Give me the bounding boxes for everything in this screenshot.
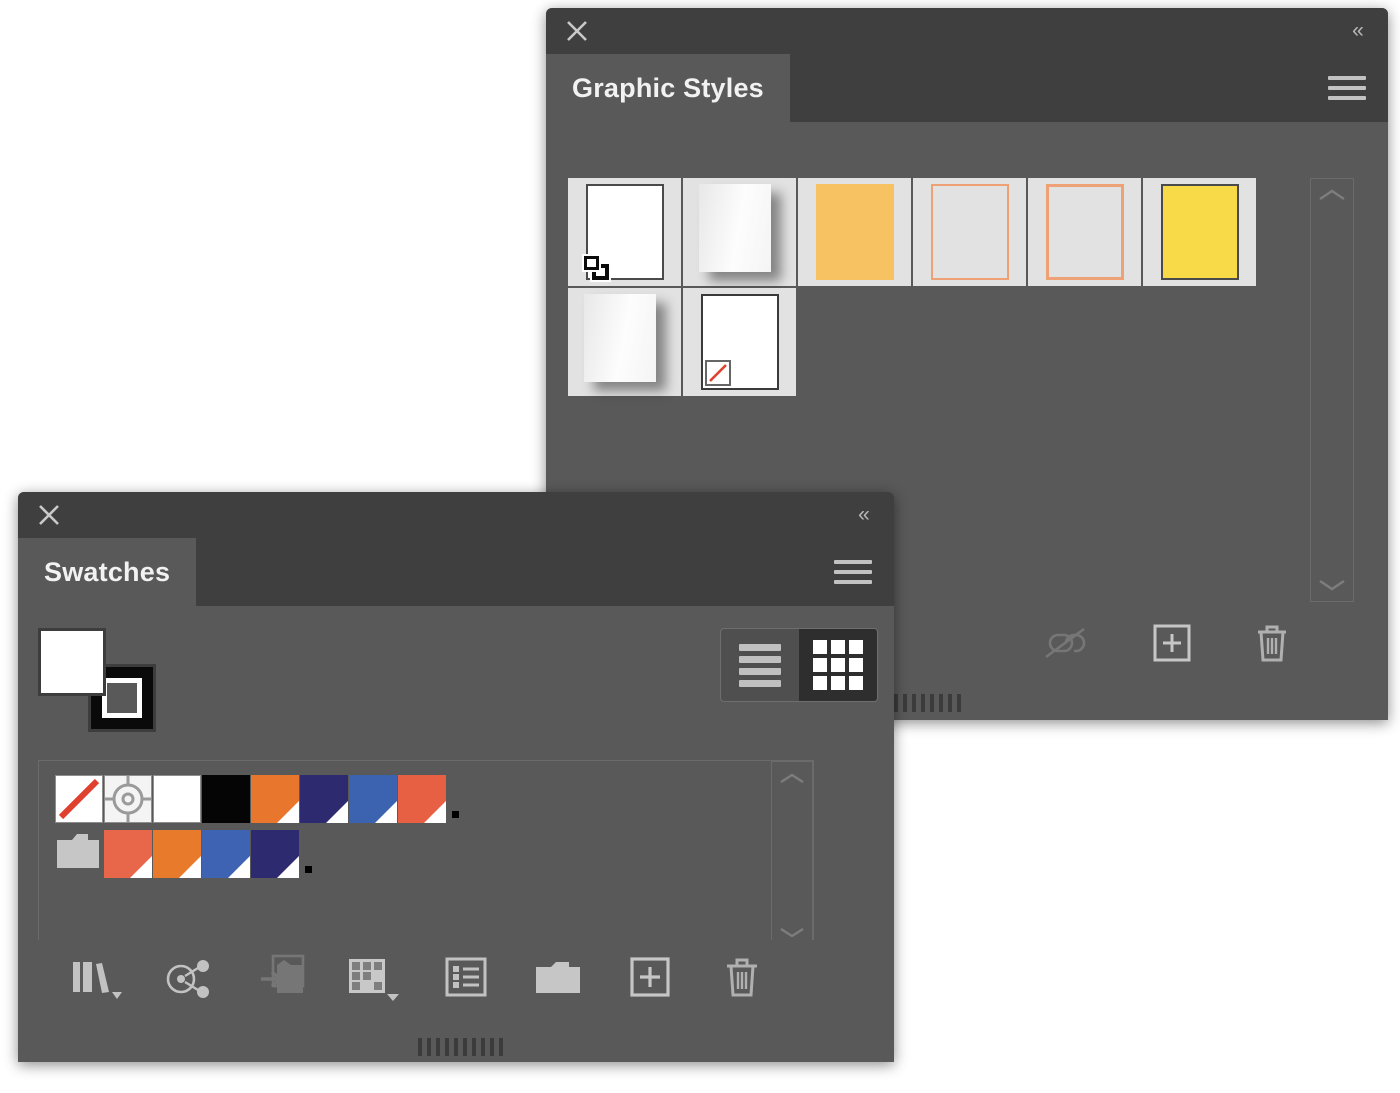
global-swatch-indicator (326, 801, 361, 823)
new-color-group-button[interactable] (512, 946, 604, 1008)
global-swatch-indicator (277, 856, 312, 878)
scroll-up-chevron[interactable] (1311, 185, 1353, 205)
global-swatch-indicator (277, 801, 312, 823)
graphic-style-item[interactable] (1143, 178, 1258, 288)
collapse-panel-icon[interactable]: « (850, 504, 876, 526)
show-swatch-kinds-menu-button[interactable] (328, 946, 420, 1008)
close-icon[interactable] (36, 502, 62, 528)
tab-swatches[interactable]: Swatches (18, 538, 197, 606)
graphic-style-thumbnail (700, 294, 779, 390)
global-swatch-indicator (130, 856, 165, 878)
swatches-tabrow-filler (196, 538, 894, 606)
default-style-badge-icon (581, 254, 612, 282)
swatches-controls (18, 606, 894, 748)
delete-swatch-button[interactable] (696, 946, 788, 1008)
swatches-titlebar: « (18, 492, 894, 538)
swatch-item[interactable] (153, 775, 201, 823)
global-swatch-indicator (179, 856, 214, 878)
graphic-style-item[interactable] (568, 178, 683, 288)
collapse-panel-icon[interactable]: « (1344, 20, 1370, 42)
fill-stroke-indicator[interactable] (38, 628, 158, 734)
new-graphic-style-button[interactable] (1152, 623, 1192, 663)
swatch-item[interactable] (202, 830, 263, 878)
swatches-toolbar (18, 940, 894, 1014)
swatches-panel: « Swatches (18, 492, 894, 1062)
graphic-style-item[interactable] (1028, 178, 1143, 288)
graphic-styles-tabrow-filler (789, 54, 1388, 122)
color-group-harmony-button[interactable] (144, 946, 236, 1008)
graphic-styles-titlebar: « (546, 8, 1388, 54)
grid-view-button[interactable] (799, 629, 877, 701)
swatch-item[interactable] (153, 830, 214, 878)
graphic-style-thumbnail (698, 184, 771, 272)
swatch-item[interactable] (55, 775, 103, 823)
graphic-style-thumbnail (583, 294, 656, 382)
panel-menu-icon[interactable] (834, 554, 872, 590)
graphic-styles-tab-label: Graphic Styles (572, 72, 764, 103)
add-to-library-button[interactable] (236, 946, 328, 1008)
break-link-to-graphic-style-button[interactable] (1038, 623, 1092, 663)
new-swatch-button[interactable] (604, 946, 696, 1008)
graphic-style-thumbnail (1045, 184, 1124, 280)
tab-graphic-styles[interactable]: Graphic Styles (546, 54, 790, 122)
swatch-item[interactable] (104, 830, 165, 878)
scroll-down-chevron[interactable] (772, 922, 812, 942)
swatches-content (18, 748, 894, 960)
list-view-button[interactable] (721, 629, 799, 701)
swatch-item[interactable] (55, 830, 103, 878)
graphic-style-thumbnail (1160, 184, 1239, 280)
none-swatch-icon (58, 778, 100, 820)
panel-menu-icon[interactable] (1328, 70, 1366, 106)
scroll-down-chevron[interactable] (1311, 575, 1353, 595)
no-fill-badge-icon (704, 360, 731, 386)
swatch-item[interactable] (349, 775, 410, 823)
swatch-item[interactable] (398, 775, 459, 823)
swatches-grid (55, 775, 475, 885)
graphic-style-thumbnail (581, 184, 664, 282)
swatch-item[interactable] (300, 775, 361, 823)
swatches-tabrow: Swatches (18, 538, 894, 606)
swatches-tab-label: Swatches (44, 556, 171, 587)
swatch-item[interactable] (104, 775, 152, 823)
graphic-styles-grid (568, 178, 1258, 398)
graphic-style-item[interactable] (683, 288, 798, 398)
swatches-list (38, 760, 814, 950)
close-icon[interactable] (564, 18, 590, 44)
delete-graphic-style-button[interactable] (1252, 622, 1292, 664)
graphic-styles-scrollbar[interactable] (1310, 178, 1354, 602)
fill-swatch[interactable] (38, 628, 106, 696)
graphic-style-item[interactable] (913, 178, 1028, 288)
scroll-up-chevron[interactable] (772, 768, 812, 788)
swatch-item[interactable] (202, 775, 250, 823)
graphic-style-thumbnail (930, 184, 1009, 280)
graphic-styles-tabrow: Graphic Styles (546, 54, 1388, 122)
folder-icon (57, 834, 99, 868)
graphic-style-item[interactable] (798, 178, 913, 288)
graphic-style-item[interactable] (568, 288, 683, 398)
graphic-style-thumbnail (815, 184, 894, 280)
global-swatch-indicator (375, 801, 410, 823)
swatches-scrollbar[interactable] (771, 761, 813, 949)
global-swatch-indicator (228, 856, 263, 878)
registration-swatch-icon (105, 776, 151, 822)
graphic-style-item[interactable] (683, 178, 798, 288)
global-swatch-indicator (424, 801, 459, 823)
swatch-libraries-menu-button[interactable] (52, 946, 144, 1008)
swatch-options-button[interactable] (420, 946, 512, 1008)
panel-resize-grip[interactable] (18, 1032, 894, 1062)
swatch-item[interactable] (251, 775, 312, 823)
swatches-view-toggle (720, 628, 878, 702)
swatch-item[interactable] (251, 830, 312, 878)
